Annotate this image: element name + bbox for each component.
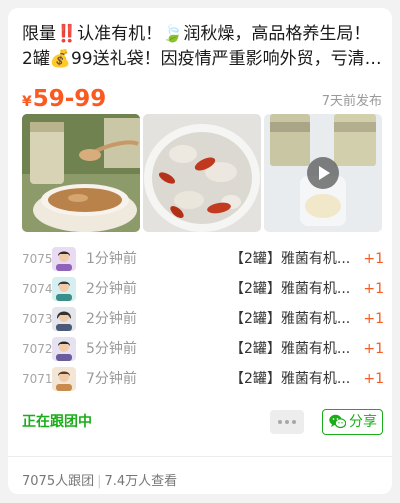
avatar <box>52 337 76 361</box>
order-quantity: +1 <box>363 281 384 297</box>
order-row: 7072 5分钟前 【2罐】雅菌有机... +1 <box>22 334 386 364</box>
order-number: 7074 <box>22 282 53 296</box>
avatar <box>52 247 76 271</box>
order-row: 7074 2分钟前 【2罐】雅菌有机... +1 <box>22 274 386 304</box>
order-product: 【2罐】雅菌有机... <box>230 341 351 357</box>
order-row: 7075 1分钟前 【2罐】雅菌有机... +1 <box>22 244 386 274</box>
order-quantity: +1 <box>363 311 384 327</box>
photo-strip <box>22 114 382 232</box>
order-quantity: +1 <box>363 341 384 357</box>
avatar <box>52 277 76 301</box>
avatar <box>52 307 76 331</box>
order-product: 【2罐】雅菌有机... <box>230 371 351 387</box>
order-number: 7073 <box>22 312 53 326</box>
order-time: 5分钟前 <box>86 341 137 357</box>
wechat-icon <box>329 414 346 429</box>
share-button[interactable]: 分享 <box>322 409 383 435</box>
share-label: 分享 <box>349 414 377 430</box>
order-number: 7071 <box>22 372 53 386</box>
stats-separator: | <box>97 474 102 489</box>
product-photo-jar[interactable] <box>22 114 140 232</box>
price-value: 59-99 <box>32 86 107 112</box>
group-buy-card[interactable]: 限量‼️认准有机！🍃润秋燥，高品格养生局！ 2罐💰99送礼袋！因疫情严重影响外贸… <box>8 8 392 494</box>
posted-time: 7天前发布 <box>321 94 382 109</box>
order-row: 7073 2分钟前 【2罐】雅菌有机... +1 <box>22 304 386 334</box>
view-count: 7.4万人查看 <box>104 474 178 489</box>
post-title[interactable]: 限量‼️认准有机！🍃润秋燥，高品格养生局！ 2罐💰99送礼袋！因疫情严重影响外贸… <box>22 22 382 72</box>
order-product: 【2罐】雅菌有机... <box>230 281 351 297</box>
order-number: 7072 <box>22 342 53 356</box>
order-time: 1分钟前 <box>86 251 137 267</box>
post-stats: 7075人跟团 | 7.4万人查看 <box>22 470 177 489</box>
follower-count: 7075人跟团 <box>22 474 95 489</box>
price: ¥59-99 <box>22 84 106 117</box>
order-product: 【2罐】雅菌有机... <box>230 311 351 327</box>
price-currency: ¥ <box>22 94 32 110</box>
order-quantity: +1 <box>363 371 384 387</box>
order-row: 7071 7分钟前 【2罐】雅菌有机... +1 <box>22 364 386 394</box>
product-photo-soup[interactable] <box>143 114 261 232</box>
divider <box>8 456 392 457</box>
order-time: 2分钟前 <box>86 311 137 327</box>
more-options-button[interactable] <box>270 410 304 434</box>
order-time: 2分钟前 <box>86 281 137 297</box>
order-time: 7分钟前 <box>86 371 137 387</box>
avatar <box>52 367 76 391</box>
order-product: 【2罐】雅菌有机... <box>230 251 351 267</box>
product-video-thumbnail[interactable] <box>264 114 382 232</box>
play-video-icon[interactable] <box>307 157 339 189</box>
following-status[interactable]: 正在跟团中 <box>22 411 92 431</box>
order-number: 7075 <box>22 252 53 266</box>
more-dots-icon <box>278 420 282 424</box>
order-quantity: +1 <box>363 251 384 267</box>
